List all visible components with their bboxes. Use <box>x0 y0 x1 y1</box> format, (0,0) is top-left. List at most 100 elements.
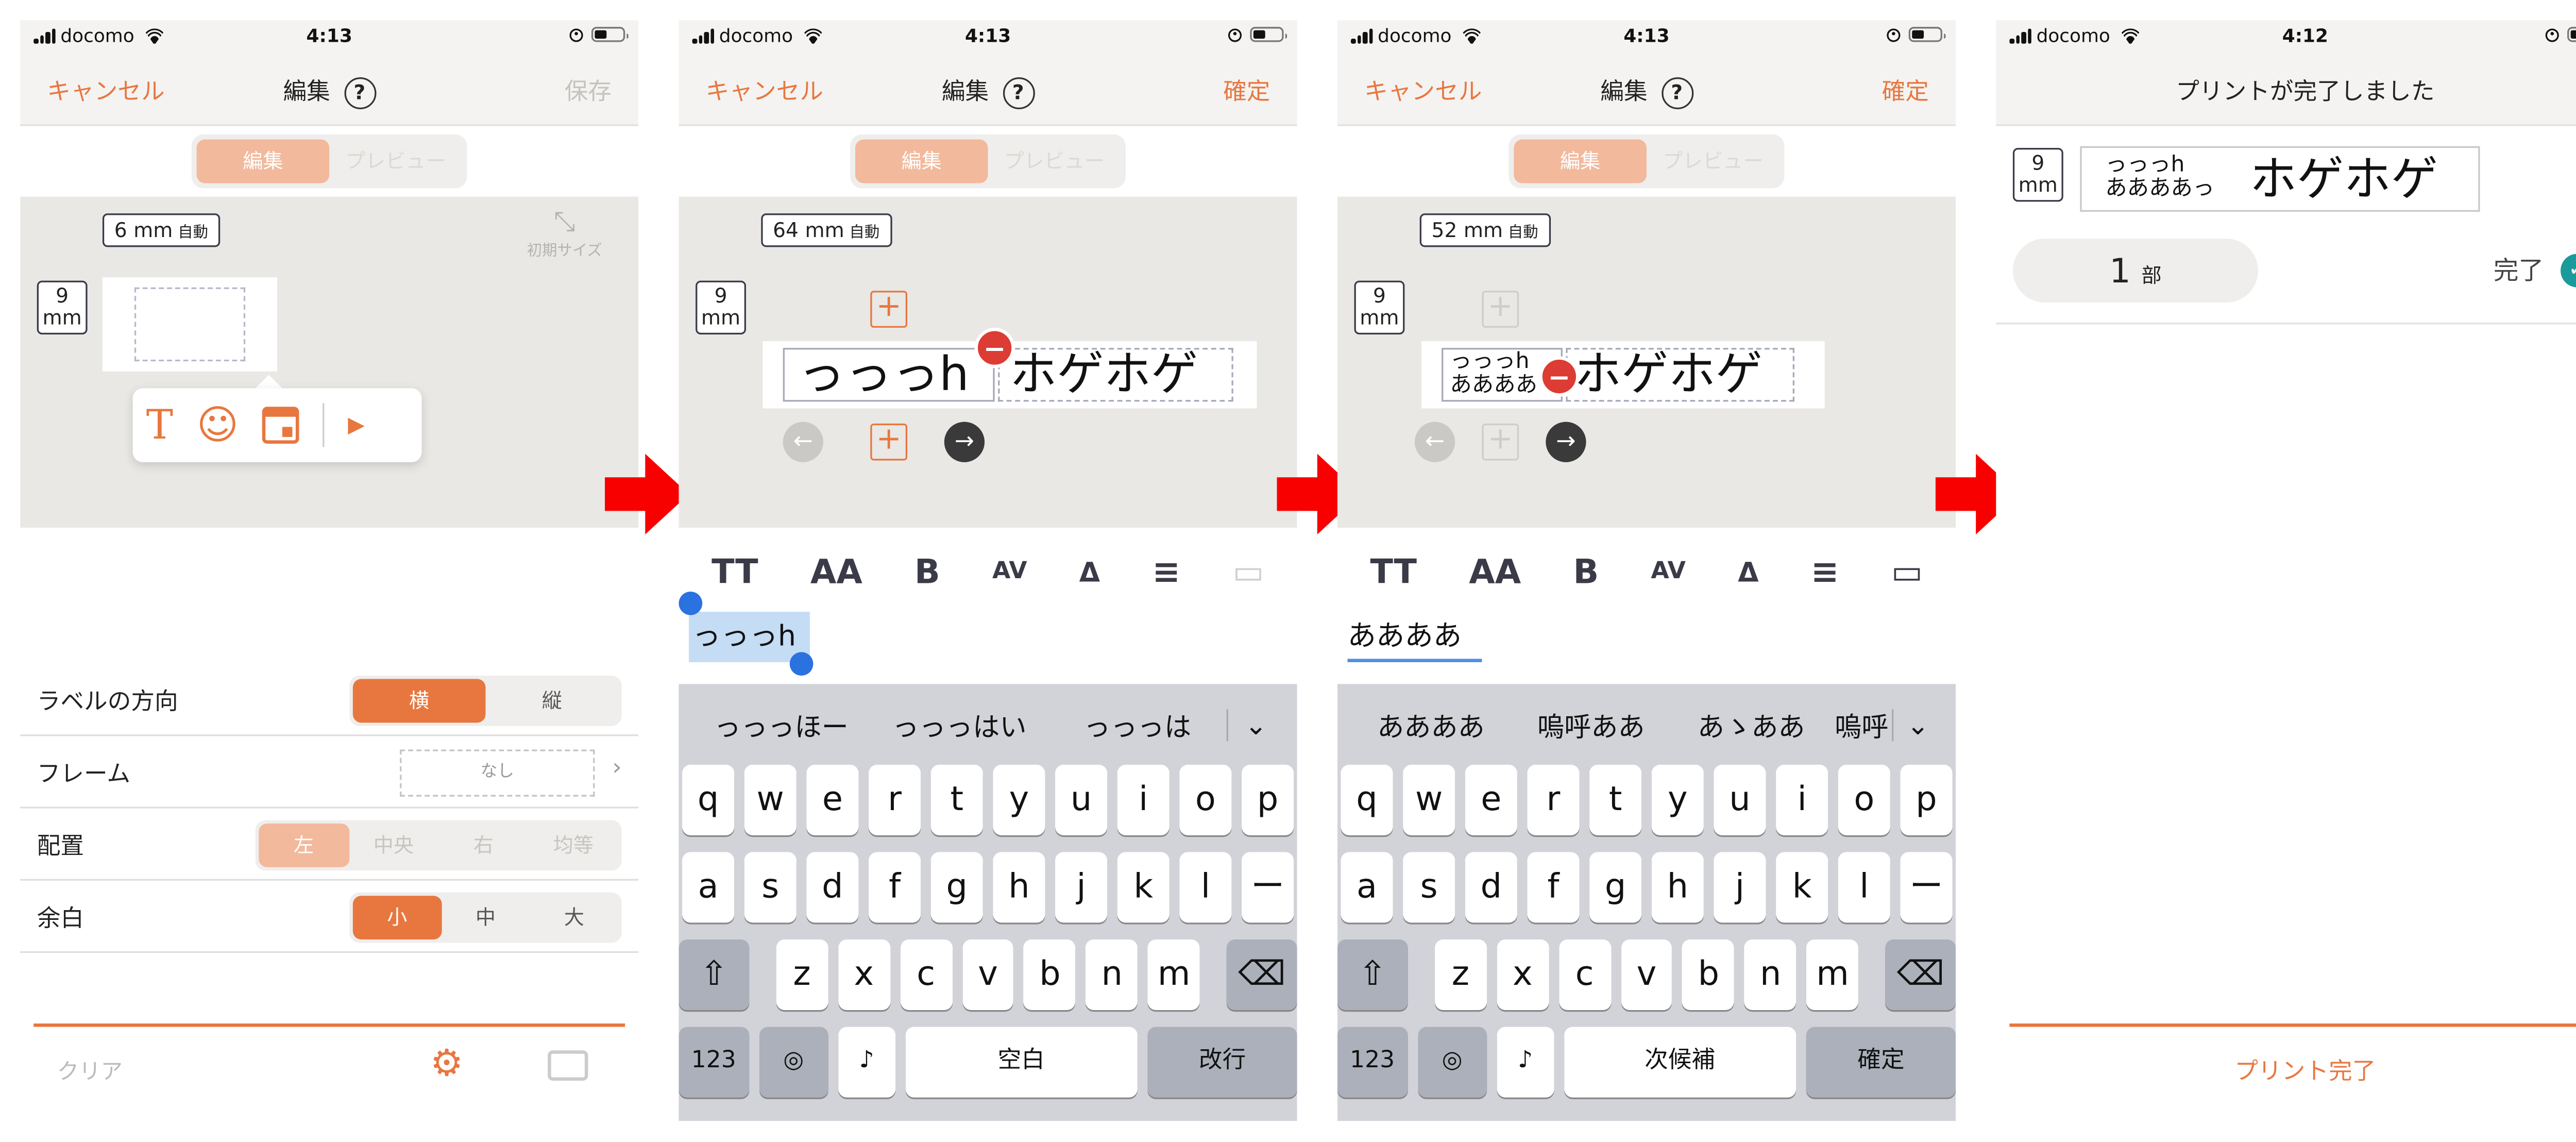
numbers-key[interactable]: 123 <box>1337 1027 1408 1098</box>
key[interactable]: p <box>1242 764 1294 835</box>
help-icon[interactable]: ? <box>343 76 376 109</box>
suggestion-item[interactable]: あゝああ <box>1671 704 1832 744</box>
key[interactable]: k <box>1117 852 1170 923</box>
tab-edit[interactable]: 編集 <box>196 139 330 183</box>
font-style-icon[interactable]: AA <box>810 551 862 592</box>
key[interactable]: a <box>682 852 735 923</box>
key[interactable]: i <box>1117 764 1170 835</box>
char-width-icon[interactable]: Δ <box>1738 556 1758 587</box>
key[interactable]: h <box>993 852 1045 923</box>
key[interactable]: p <box>1900 764 1953 835</box>
chevron-down-icon[interactable]: ⌄ <box>1892 708 1942 741</box>
key[interactable]: x <box>838 939 890 1010</box>
key[interactable]: f <box>869 852 921 923</box>
key[interactable]: n <box>1744 939 1797 1010</box>
key[interactable]: h <box>1651 852 1704 923</box>
text-block-selected[interactable]: っっっh <box>783 348 995 402</box>
key[interactable]: i <box>1776 764 1828 835</box>
key[interactable]: j <box>1714 852 1766 923</box>
key[interactable]: e <box>1465 764 1517 835</box>
gear-icon[interactable]: ⚙ <box>430 1044 463 1086</box>
emoji-icon[interactable]: ☺ <box>197 401 239 448</box>
bold-icon[interactable]: B <box>914 551 940 592</box>
key[interactable]: c <box>900 939 952 1010</box>
text-block[interactable]: ホゲホゲ <box>1566 348 1794 402</box>
key[interactable]: q <box>1341 764 1393 835</box>
suggestion-item[interactable]: 嗚呼ああ <box>1511 704 1671 744</box>
key[interactable]: t <box>930 764 983 835</box>
key[interactable]: v <box>962 939 1014 1010</box>
margin-medium[interactable]: 中 <box>442 896 530 939</box>
text-block[interactable]: ホゲホゲ <box>998 348 1233 402</box>
selection-handle-end[interactable] <box>789 652 814 676</box>
key[interactable]: b <box>1024 939 1076 1010</box>
key[interactable]: e <box>806 764 859 835</box>
key[interactable]: r <box>1527 764 1580 835</box>
align-right[interactable]: 右 <box>438 824 528 867</box>
suggestion-item[interactable]: ああああ <box>1351 704 1511 744</box>
key[interactable]: r <box>869 764 921 835</box>
help-icon[interactable]: ? <box>1660 76 1693 109</box>
margin-small[interactable]: 小 <box>352 896 442 940</box>
space-key[interactable]: 空白 <box>905 1027 1138 1098</box>
key[interactable]: d <box>1465 852 1517 923</box>
align-icon[interactable]: ≡ <box>1152 551 1180 592</box>
key[interactable]: a <box>1341 852 1393 923</box>
delete-block-button[interactable]: − <box>1539 356 1580 397</box>
label-preview[interactable] <box>102 277 278 372</box>
char-spacing-icon[interactable]: AV <box>1651 558 1686 585</box>
numbers-key[interactable]: 123 <box>679 1027 749 1098</box>
arrow-left-icon[interactable]: ← <box>783 422 823 462</box>
confirm-button[interactable]: 確定 <box>1882 74 1929 107</box>
text-input-field[interactable]: ああああ <box>1347 612 1482 662</box>
font-style-icon[interactable]: AA <box>1469 551 1521 592</box>
align-center[interactable]: 中央 <box>349 824 438 867</box>
key[interactable]: k <box>1776 852 1828 923</box>
tab-preview[interactable]: プレビュー <box>1647 140 1780 183</box>
print-complete-button[interactable]: プリント完了 <box>2009 1054 2576 1087</box>
char-spacing-icon[interactable]: AV <box>992 558 1027 585</box>
backspace-icon[interactable]: ⌫ <box>1885 939 1956 1010</box>
shift-icon[interactable]: ⇧ <box>679 939 749 1010</box>
key[interactable]: f <box>1527 852 1580 923</box>
key[interactable]: d <box>806 852 859 923</box>
key[interactable]: s <box>744 852 796 923</box>
shift-icon[interactable]: ⇧ <box>1337 939 1408 1010</box>
key[interactable]: o <box>1838 764 1890 835</box>
backspace-icon[interactable]: ⌫ <box>1227 939 1297 1010</box>
frame-icon[interactable]: ▭ <box>1891 551 1923 592</box>
direction-vertical[interactable]: 縦 <box>485 679 618 723</box>
key[interactable]: n <box>1086 939 1138 1010</box>
globe-icon[interactable]: ◎ <box>1417 1027 1487 1098</box>
suggestion-item[interactable]: っっっほー <box>692 704 871 744</box>
key[interactable]: w <box>744 764 796 835</box>
confirm-key[interactable]: 確定 <box>1806 1027 1956 1098</box>
empty-block-placeholder[interactable] <box>134 287 246 362</box>
key[interactable]: c <box>1558 939 1611 1010</box>
align-justify[interactable]: 均等 <box>529 824 618 867</box>
more-arrow-icon[interactable]: ▶ <box>348 413 365 438</box>
key[interactable]: y <box>993 764 1045 835</box>
selection-handle-start[interactable] <box>679 591 703 615</box>
chevron-down-icon[interactable]: ⌄ <box>1226 708 1284 741</box>
bold-icon[interactable]: B <box>1573 551 1599 592</box>
tab-edit[interactable]: 編集 <box>1514 139 1647 183</box>
frame-icon[interactable]: ▭ <box>1232 551 1264 592</box>
key[interactable]: g <box>1589 852 1642 923</box>
copies-counter[interactable]: 1 部 <box>2012 239 2259 303</box>
align-icon[interactable]: ≡ <box>1811 551 1839 592</box>
suggestion-item[interactable]: っっっは <box>1048 704 1227 744</box>
text-icon[interactable]: T <box>146 401 173 448</box>
suggestion-item[interactable]: っっっはい <box>870 704 1048 744</box>
key[interactable]: l <box>1838 852 1890 923</box>
reset-size-button[interactable]: ⤡ 初期サイズ <box>504 205 625 276</box>
suggestion-item[interactable]: 嗚呼 <box>1832 704 1892 744</box>
tab-preview[interactable]: プレビュー <box>988 140 1121 183</box>
key[interactable]: ー <box>1242 852 1294 923</box>
font-size-icon[interactable]: TT <box>711 551 758 592</box>
key[interactable]: v <box>1620 939 1673 1010</box>
delete-block-button[interactable]: − <box>974 327 1015 368</box>
key[interactable]: g <box>930 852 983 923</box>
direction-horizontal[interactable]: 横 <box>352 679 486 723</box>
globe-icon[interactable]: ◎ <box>758 1027 828 1098</box>
